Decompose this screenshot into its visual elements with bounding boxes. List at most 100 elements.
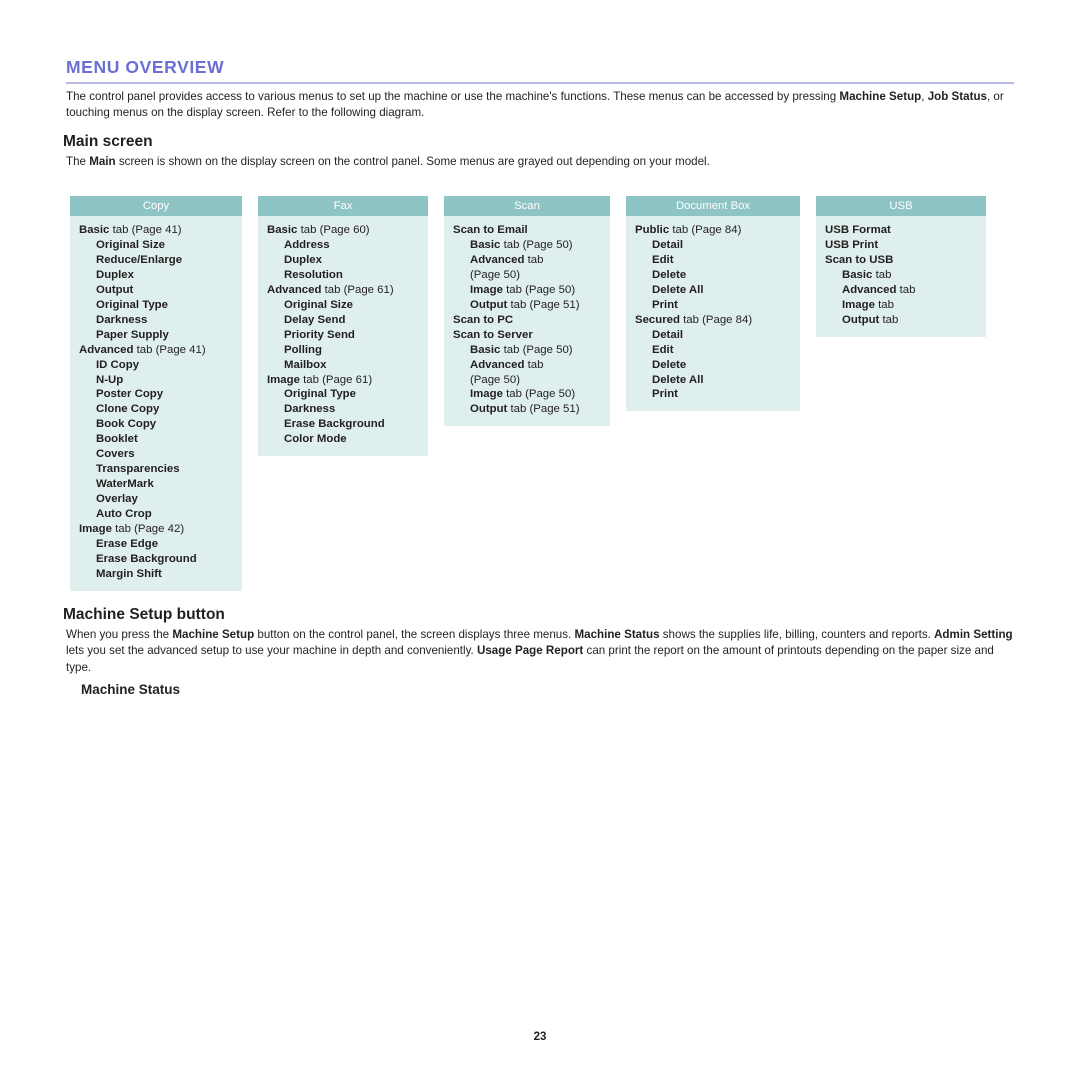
menu-item-label: Print	[652, 388, 678, 401]
menu-item-label: USB Print	[825, 238, 879, 251]
menu-item-label: Clone Copy	[96, 403, 160, 416]
menu-item-label: Darkness	[284, 403, 336, 416]
menu-item-label: Output	[842, 313, 880, 326]
menu-item-label: Detail	[652, 238, 684, 251]
menu-item-reference: tab	[879, 313, 899, 326]
menu-item: Advanced tab	[444, 358, 610, 373]
menu-item-reference: tab	[872, 268, 892, 281]
emphasis-text: Machine Setup	[839, 90, 922, 103]
menu-item-reference: tab	[874, 298, 894, 311]
machine-setup-paragraph: When you press the Machine Setup button …	[66, 627, 1018, 676]
intro-paragraph: The control panel provides access to var…	[66, 89, 1018, 122]
emphasis-text: Job Status	[927, 90, 987, 103]
menu-item: Scan to PC	[444, 313, 610, 328]
menu-item: Overlay	[70, 492, 242, 507]
menu-item: Basic tab	[816, 268, 986, 283]
menu-item-label: USB Format	[825, 224, 891, 236]
menu-item: Original Type	[258, 387, 428, 402]
menu-item-reference: tab (Page 50)	[500, 238, 573, 251]
menu-item-label: Advanced	[79, 343, 134, 356]
menu-item-label: Image	[79, 523, 112, 536]
menu-item-label: Erase Background	[96, 552, 197, 565]
menu-item-label: Overlay	[96, 493, 138, 506]
menu-item: Delete	[626, 358, 800, 373]
menu-item-reference: tab	[524, 253, 544, 266]
diagram-column-usb: USB USB Format USB Print Scan to USB Basic …	[816, 196, 986, 337]
column-body-scan: Scan to Email Basic tab (Page 50) Advanced…	[444, 216, 610, 427]
menu-item: Basic tab (Page 41)	[70, 223, 242, 238]
column-body-usb: USB Format USB Print Scan to USB Basic tab A…	[816, 216, 986, 337]
menu-item: (Page 50)	[444, 373, 610, 388]
menu-item-label: Delete	[652, 358, 687, 371]
emphasis-text: Machine Status	[574, 628, 660, 641]
menu-item: N-Up	[70, 373, 242, 388]
menu-item: Output tab (Page 51)	[444, 402, 610, 417]
menu-item: Auto Crop	[70, 507, 242, 522]
menu-item: Paper Supply	[70, 328, 242, 343]
menu-item: Scan to Server	[444, 328, 610, 343]
menu-item: Output	[70, 283, 242, 298]
column-body-document-box: Public tab (Page 84) Detail Edit Delete Dele…	[626, 216, 800, 412]
body-text: shows the supplies life, billing, counte…	[659, 628, 935, 641]
body-text: screen is shown on the display screen on…	[115, 155, 710, 168]
menu-item: Transparencies	[70, 462, 242, 477]
menu-item-reference: (Page 50)	[470, 373, 521, 386]
menu-item: Image tab (Page 50)	[444, 283, 610, 298]
body-text: The control panel provides access to var…	[66, 90, 840, 103]
menu-item-label: Basic	[79, 224, 110, 236]
column-header-document-box: Document Box	[626, 196, 800, 216]
menu-item: Advanced tab	[444, 253, 610, 268]
menu-item: Reduce/Enlarge	[70, 253, 242, 268]
menu-item-label: Booklet	[96, 433, 138, 446]
menu-item: Darkness	[70, 313, 242, 328]
menu-item-label: Secured	[635, 313, 680, 326]
menu-item-label: Transparencies	[96, 463, 180, 476]
menu-item: Image tab	[816, 298, 986, 313]
menu-item-label: Basic	[842, 268, 873, 281]
menu-item: Original Size	[70, 238, 242, 253]
menu-item-label: Image	[842, 298, 875, 311]
title-rule	[66, 82, 1014, 84]
menu-item: Original Type	[70, 298, 242, 313]
menu-item-label: Delay Send	[284, 313, 346, 326]
menu-item: Image tab (Page 61)	[258, 373, 428, 388]
menu-item: Duplex	[70, 268, 242, 283]
menu-item: Booklet	[70, 432, 242, 447]
menu-item: Output tab (Page 51)	[444, 298, 610, 313]
menu-item-label: Polling	[284, 343, 322, 356]
menu-item-reference: tab	[524, 358, 544, 371]
menu-item-reference: tab (Page 41)	[109, 224, 182, 236]
menu-item: Erase Background	[258, 417, 428, 432]
menu-item-label: Erase Edge	[96, 538, 159, 551]
menu-item: Edit	[626, 343, 800, 358]
menu-item-label: Scan to PC	[453, 313, 514, 326]
menu-item: Advanced tab	[816, 283, 986, 298]
menu-item-label: Public	[635, 224, 670, 236]
menu-item-label: Advanced	[470, 253, 525, 266]
menu-item-label: Delete All	[652, 283, 704, 296]
page-title: MENU OVERVIEW	[66, 57, 225, 77]
menu-item: Erase Edge	[70, 537, 242, 552]
menu-item: Detail	[626, 328, 800, 343]
menu-item-reference: tab (Page 51)	[507, 298, 580, 311]
menu-item-label: Advanced	[267, 283, 322, 296]
menu-item-label: Color Mode	[284, 433, 347, 446]
menu-item-reference: tab (Page 51)	[507, 403, 580, 416]
menu-item-label: Advanced	[842, 283, 897, 296]
menu-item: Resolution	[258, 268, 428, 283]
menu-item-label: Output	[470, 403, 508, 416]
menu-item: Detail	[626, 238, 800, 253]
diagram-column-copy: Copy Basic tab (Page 41) Original Size Red…	[70, 196, 242, 591]
menu-item-reference: tab (Page 41)	[133, 343, 206, 356]
menu-item-reference: tab (Page 50)	[502, 283, 576, 296]
menu-item: Duplex	[258, 253, 428, 268]
menu-item-label: Original Size	[284, 298, 353, 311]
menu-item: Image tab (Page 50)	[444, 387, 610, 402]
menu-item: Address	[258, 238, 428, 253]
menu-item-reference: tab (Page 60)	[297, 224, 370, 236]
menu-item: Advanced tab (Page 41)	[70, 343, 242, 358]
menu-item-label: Erase Background	[284, 418, 385, 431]
menu-item-label: Basic	[470, 343, 501, 356]
menu-item-label: Duplex	[284, 253, 322, 266]
menu-item-label: Covers	[96, 448, 135, 461]
